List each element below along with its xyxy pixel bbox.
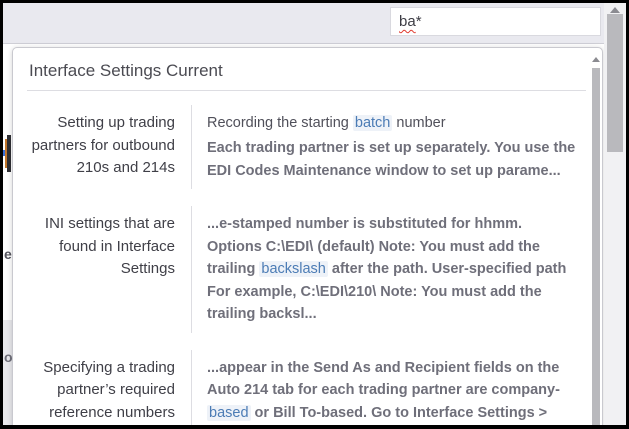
page: e o ba* Interface Settings Current Setti… [3, 3, 626, 425]
glyph-blue-dot [3, 150, 5, 156]
scroll-up-arrow-icon[interactable] [610, 7, 620, 13]
scroll-up-arrow-icon[interactable] [592, 57, 600, 62]
glyph-dark-bar [7, 135, 11, 172]
result-body: Recording the starting batch number Each… [191, 105, 602, 189]
search-result-row[interactable]: INI settings that are found in Interface… [13, 206, 602, 332]
result-title: Recording the starting batch number [207, 112, 576, 134]
result-body: ...e-stamped number is substituted for h… [191, 206, 602, 332]
search-text-misspelled: ba [399, 13, 416, 30]
results-list: Setting up trading partners for outbound… [13, 91, 602, 425]
page-scrollbar-thumb[interactable] [607, 14, 623, 152]
search-result-row[interactable]: Setting up trading partners for outbound… [13, 105, 602, 189]
topbar: ba* [3, 3, 626, 44]
result-snippet: ...appear in the Send As and Recipient f… [207, 357, 576, 425]
search-result-row[interactable]: Specifying a trading partner’s required … [13, 350, 602, 425]
dropdown-scrollbar[interactable] [592, 55, 600, 425]
result-topic: Setting up trading partners for outbound… [13, 105, 191, 189]
search-results-dropdown: Interface Settings Current Setting up tr… [12, 47, 603, 425]
search-input[interactable]: ba* [390, 7, 601, 36]
search-text-wildcard: * [416, 13, 422, 30]
result-snippet: Each trading partner is set up separatel… [207, 137, 576, 182]
result-snippet: ...e-stamped number is substituted for h… [207, 213, 576, 325]
result-body: ...appear in the Send As and Recipient f… [191, 350, 602, 425]
page-scrollbar[interactable] [604, 3, 626, 425]
result-topic: INI settings that are found in Interface… [13, 206, 191, 332]
result-topic: Specifying a trading partner’s required … [13, 350, 191, 425]
dropdown-scrollbar-thumb[interactable] [592, 68, 600, 425]
dropdown-title: Interface Settings Current [13, 48, 602, 90]
